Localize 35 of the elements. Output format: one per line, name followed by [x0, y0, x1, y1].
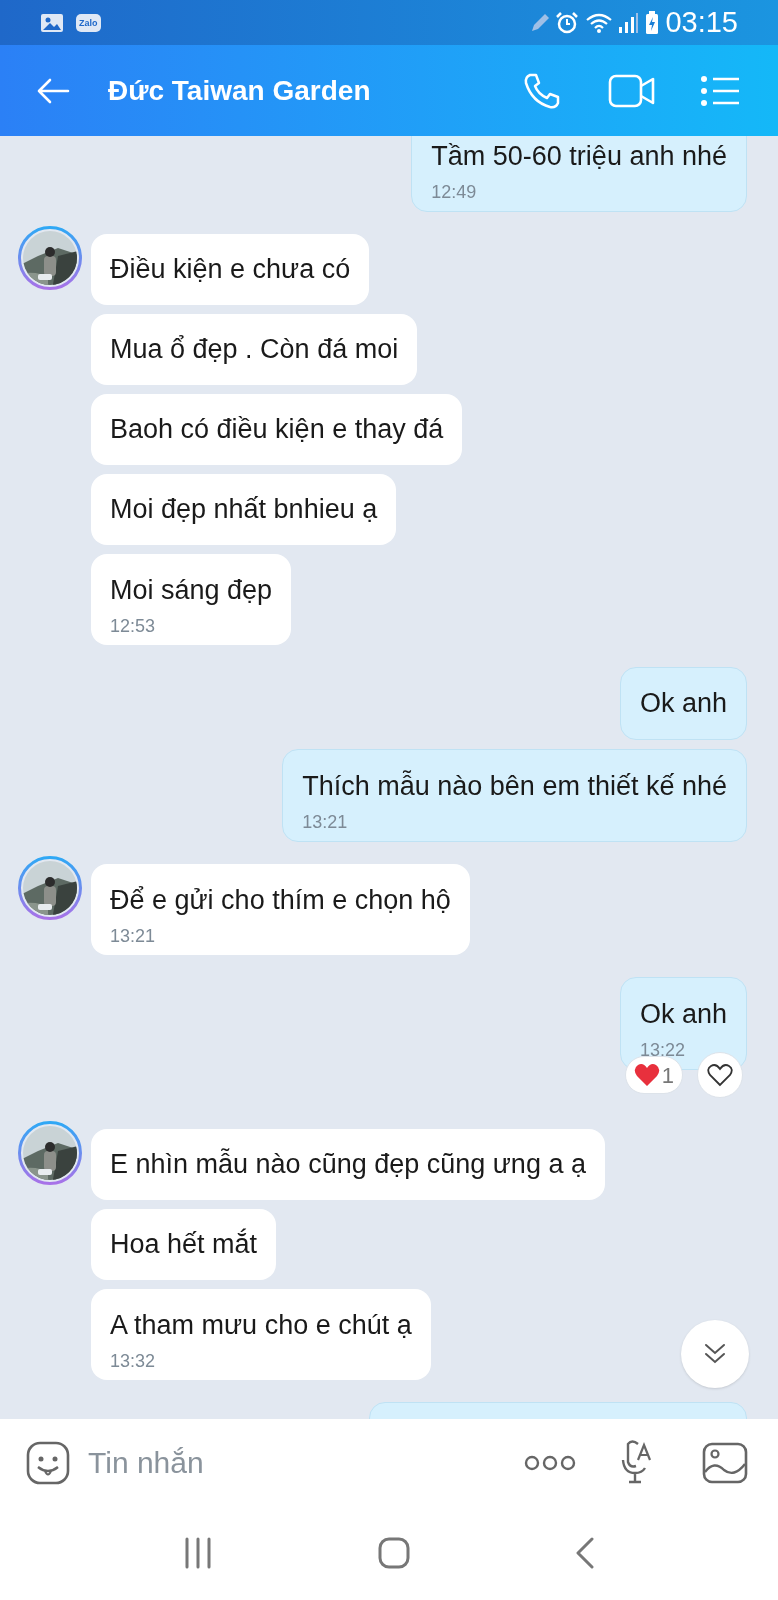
message-time: 12:53: [110, 615, 157, 638]
message-bubble[interactable]: Mua ổ đẹp . Còn đá moi: [91, 314, 418, 385]
message-bubble[interactable]: Moi sáng đẹp 12:53: [91, 554, 292, 645]
message-time: 13:21: [302, 811, 349, 834]
message-text: Ok anh: [639, 998, 727, 1031]
message-text: A tham mưu cho e chút ạ: [110, 1309, 412, 1342]
message-time: 13:32: [110, 1350, 157, 1373]
message-text: Mua ổ đẹp . Còn đá moi: [110, 333, 399, 366]
message-text: E nhìn mẫu nào cũng đẹp cũng ưng a ạ: [110, 1148, 586, 1181]
message-bubble[interactable]: A tham mưu cho e chút ạ 13:32: [91, 1289, 431, 1380]
message-text: Ok anh: [639, 687, 727, 720]
message-bubble[interactable]: Baoh có điều kiện e thay đá: [91, 394, 463, 465]
message-bubble[interactable]: Tầm 50-60 triệu anh nhé 12:49: [411, 136, 747, 212]
message-text: Moi sáng đẹp: [110, 574, 273, 607]
message-text: Để e gửi cho thím e chọn hộ: [110, 884, 451, 917]
message-bubble[interactable]: Để e gửi cho thím e chọn hộ 13:21: [91, 864, 470, 955]
message-input[interactable]: Tin nhắn: [88, 1440, 514, 1485]
message-text: Tầm 50-60 triệu anh nhé: [431, 140, 727, 173]
message-text: Thích mẫu nào bên em thiết kế nhé: [302, 770, 727, 803]
message-bubble[interactable]: Ok anh: [619, 667, 747, 740]
chat-title: Đức Taiwan Garden: [108, 73, 372, 108]
message-time: 13:21: [110, 925, 157, 948]
message-bubble[interactable]: Thích mẫu nào bên em thiết kế nhé 13:21: [282, 749, 747, 842]
message-text: Hoa hết mắt: [110, 1228, 258, 1261]
reaction-count[interactable]: 1: [624, 1056, 683, 1094]
status-time: 03:15: [665, 8, 738, 37]
message-bubble[interactable]: Moi đẹp nhất bnhieu ạ: [91, 474, 397, 545]
message-time: 12:49: [431, 181, 478, 204]
message-bubble[interactable]: E nhìn mẫu nào cũng đẹp cũng ưng a ạ: [91, 1129, 605, 1200]
message-bubble[interactable]: Điều kiện e chưa có: [91, 234, 370, 305]
message-text: Điều kiện e chưa có: [110, 253, 351, 286]
app-badge: Zalo: [76, 13, 101, 32]
message-bubble[interactable]: Hoa hết mắt: [91, 1209, 277, 1280]
message-text: Moi đẹp nhất bnhieu ạ: [110, 493, 378, 526]
message-text: Baoh có điều kiện e thay đá: [110, 413, 444, 446]
